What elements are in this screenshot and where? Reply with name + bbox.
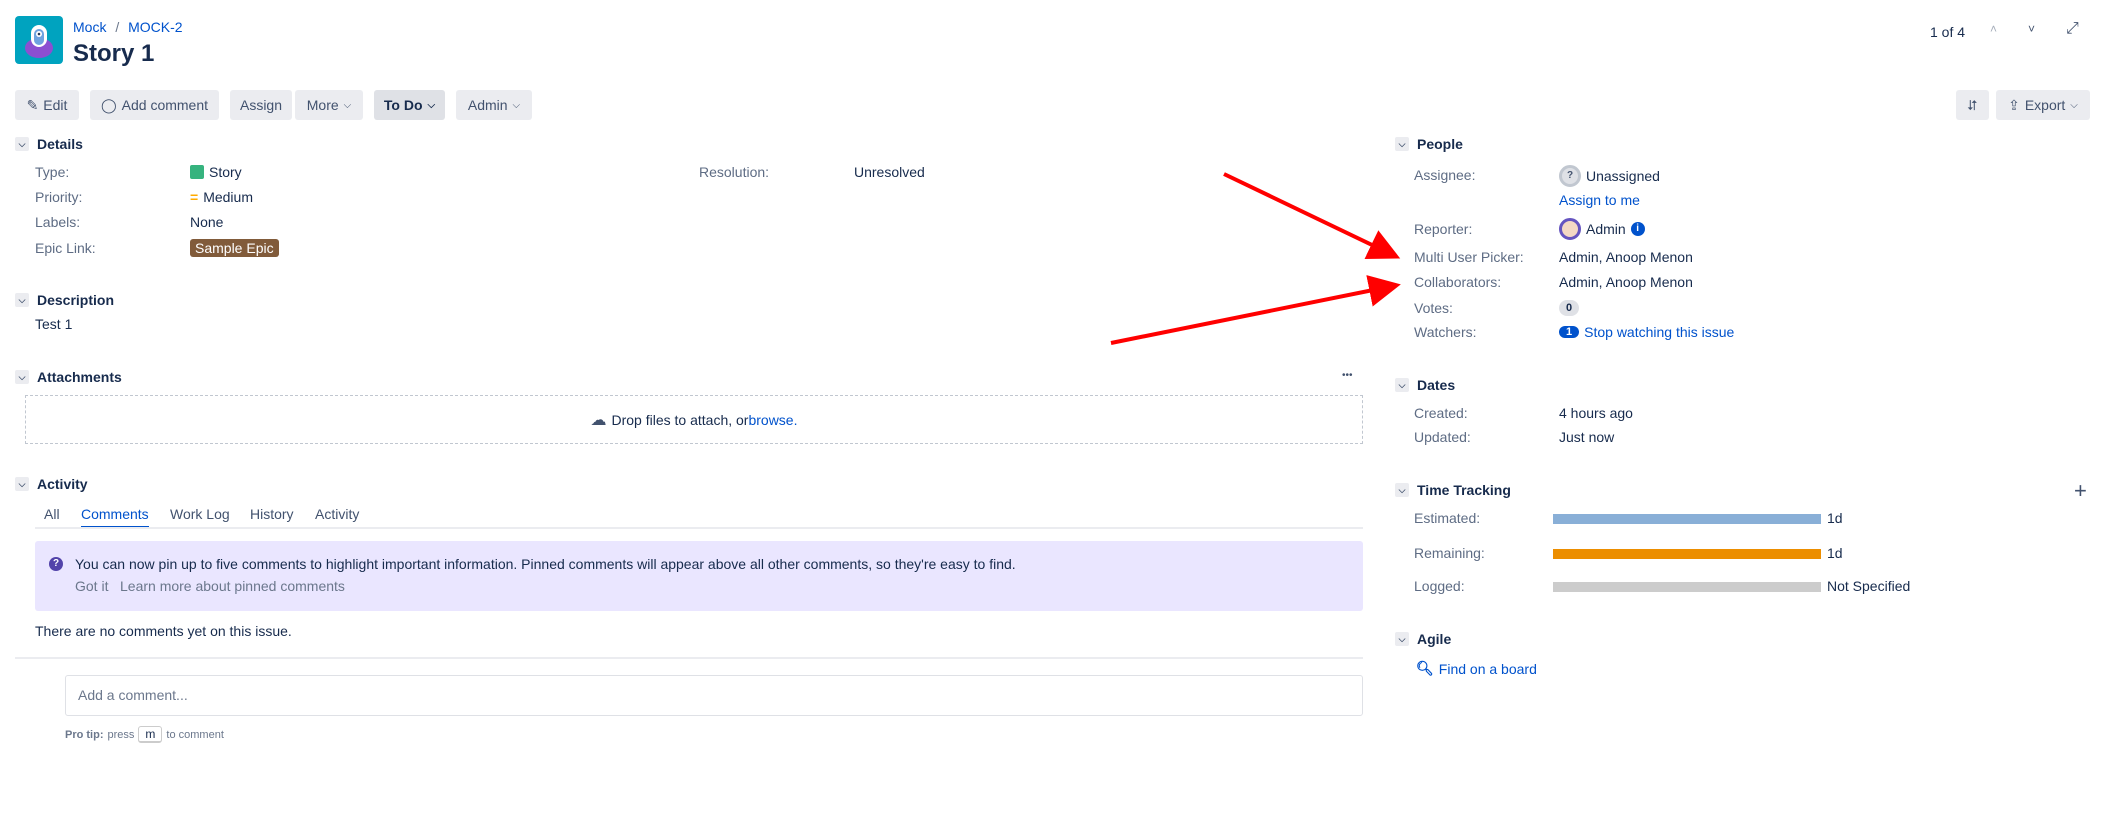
red-arrow-multi-user-picker: [1223, 172, 1401, 260]
red-arrow-collaborators: [1110, 275, 1401, 345]
annotation-arrows: [1110, 172, 1401, 345]
